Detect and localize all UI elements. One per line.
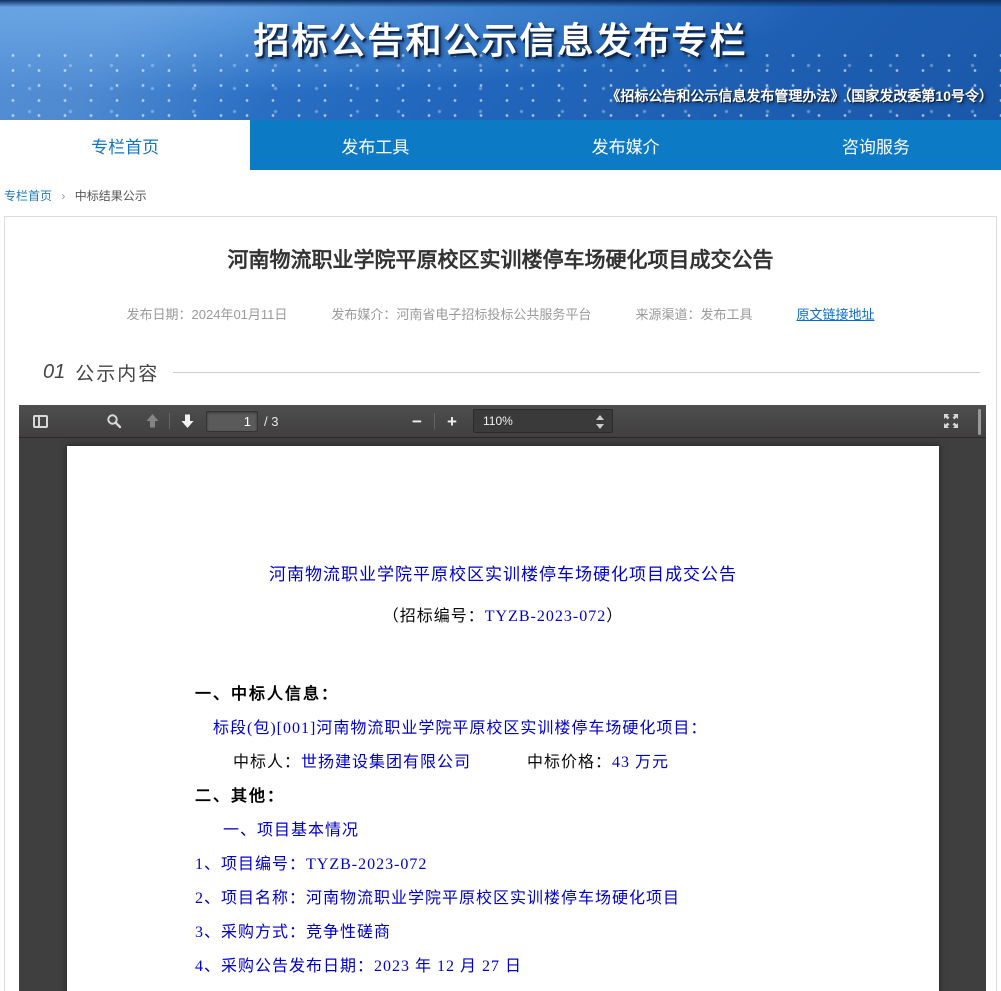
pdf-item-procurement-method: 3、采购方式：竞争性磋商 [67,925,939,941]
tender-code: TYZB-2023-072 [485,608,606,625]
original-link[interactable]: 原文链接地址 [796,304,874,323]
search-icon [106,413,122,429]
minus-icon: − [412,413,422,430]
zoom-level-select[interactable]: 110% [473,409,613,433]
header-banner: 招标公告和公示信息发布专栏 《招标公告和公示信息发布管理办法》（国家发改委第10… [0,0,1001,120]
tab-column-home[interactable]: 专栏首页 [0,120,250,170]
page-up-button[interactable] [139,408,165,434]
select-arrows-icon [595,414,604,430]
fullscreen-icon [943,413,959,429]
search-button[interactable] [101,408,127,434]
toolbar-separator [169,413,170,429]
pdf-doc-title: 河南物流职业学院平原校区实训楼停车场硬化项目成交公告 [67,560,939,585]
pdf-section1-heading: 一、中标人信息： [67,687,939,703]
section-header: 01 公示内容 [5,359,996,386]
tender-label: （招标编号： [383,608,485,625]
toolbar-separator [434,413,435,429]
pdf-section2-heading: 二、其他： [67,789,939,805]
fullscreen-button[interactable] [938,408,964,434]
tab-publish-media[interactable]: 发布媒介 [501,120,751,170]
meta-publish-media: 发布媒介：河南省电子招标投标公共服务平台 [331,304,591,323]
page-down-button[interactable] [174,408,200,434]
pdf-basic-info-heading: 一、项目基本情况 [67,823,939,839]
arrow-up-icon [145,413,160,429]
section-number: 01 [43,361,65,384]
main-nav: 专栏首页 发布工具 发布媒介 咨询服务 [0,120,1001,170]
pdf-item-project-name: 2、项目名称：河南物流职业学院平原校区实训楼停车场硬化项目 [67,891,939,907]
tab-publish-tools[interactable]: 发布工具 [250,120,500,170]
page-number-input[interactable] [206,411,258,432]
tab-consulting-service[interactable]: 咨询服务 [751,120,1001,170]
breadcrumb-current: 中标结果公示 [75,189,147,203]
page-count-label: / 3 [264,414,278,429]
article-meta: 发布日期：2024年01月11日 发布媒介：河南省电子招标投标公共服务平台 来源… [5,304,996,323]
pdf-viewer: / 3 − + 110% [19,405,986,991]
meta-publish-date: 发布日期：2024年01月11日 [127,304,288,323]
content-panel: 河南物流职业学院平原校区实训楼停车场硬化项目成交公告 发布日期：2024年01月… [4,216,997,991]
plus-icon: + [447,413,457,430]
article-title: 河南物流职业学院平原校区实训楼停车场硬化项目成交公告 [5,244,996,274]
zoom-group: − + 110% [404,408,613,434]
zoom-in-button[interactable]: + [439,408,465,434]
pdf-toolbar: / 3 − + 110% [19,405,986,438]
pdf-winner-line: 中标人：世扬建设集团有限公司 中标价格：43 万元 [67,755,939,771]
tender-suffix: ） [606,608,623,625]
winner-label: 中标人： [233,754,301,771]
arrow-down-icon [180,413,195,429]
winner-value: 世扬建设集团有限公司 [301,754,471,771]
find-group: / 3 [101,408,278,434]
breadcrumb: 专栏首页 › 中标结果公示 [0,170,1001,216]
price-label: 中标价格： [527,754,612,771]
viewer-scrollbar-thumb[interactable] [978,409,981,435]
zoom-out-button[interactable]: − [404,408,430,434]
sidebar-toggle-button[interactable] [27,408,53,434]
meta-source-channel: 来源渠道：发布工具 [635,304,752,323]
pdf-lot-line: 标段(包)[001]河南物流职业学院平原校区实训楼停车场硬化项目： [67,721,939,737]
price-value: 43 万元 [612,754,669,771]
banner-subtitle: 《招标公告和公示信息发布管理办法》（国家发改委第10号令） [606,86,993,106]
breadcrumb-home-link[interactable]: 专栏首页 [4,189,52,203]
sidebar-toggle-icon [33,415,48,428]
site-title: 招标公告和公示信息发布专栏 [0,12,1001,64]
pdf-tender-number-line: （招标编号：TYZB-2023-072） [67,602,939,626]
section-divider [173,372,980,373]
pdf-page: 河南物流职业学院平原校区实训楼停车场硬化项目成交公告 （招标编号：TYZB-20… [67,446,939,991]
pdf-item-announce-date: 4、采购公告发布日期：2023 年 12 月 27 日 [67,959,939,975]
breadcrumb-separator: › [61,189,65,203]
section-title: 公示内容 [75,359,159,386]
pdf-item-project-no: 1、项目编号：TYZB-2023-072 [67,857,939,873]
zoom-level-value: 110% [483,414,513,428]
